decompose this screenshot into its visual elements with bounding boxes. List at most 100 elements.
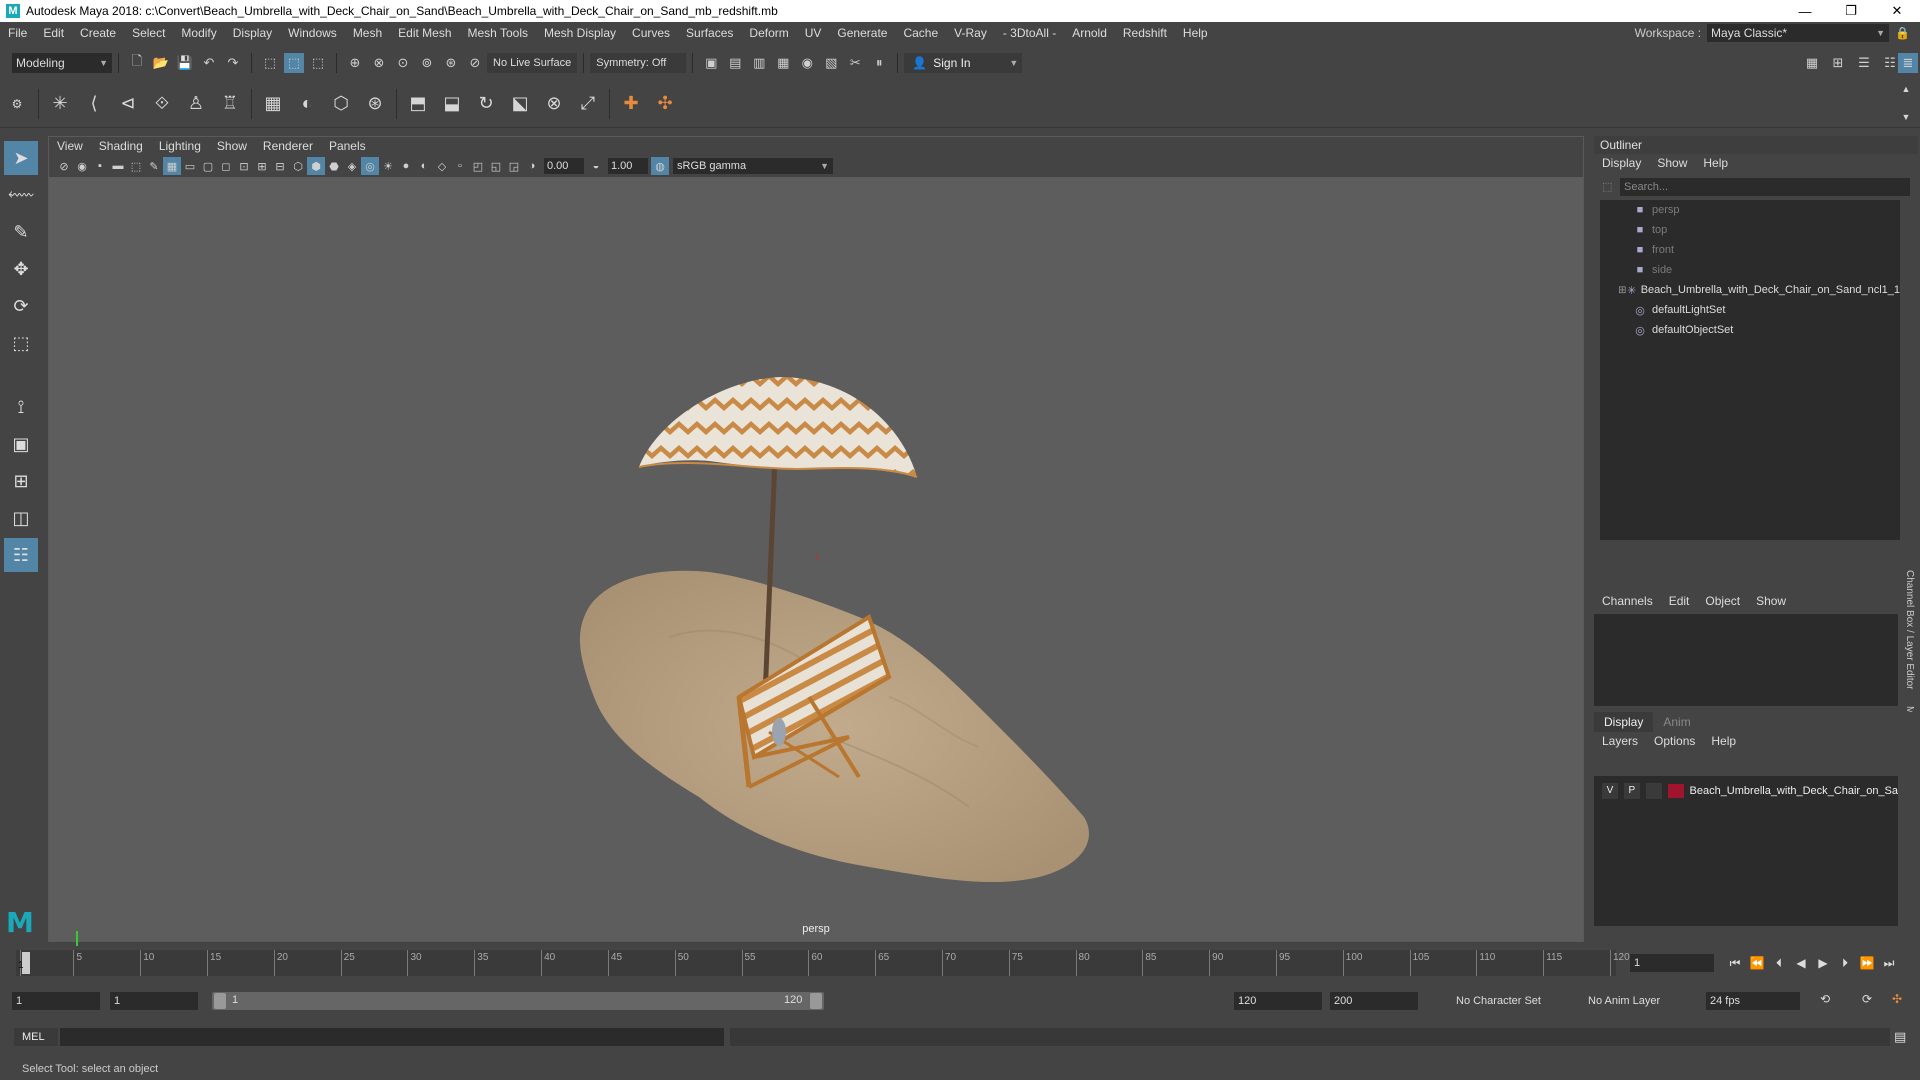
toggle-attribute-editor-icon[interactable]: ⊞ (1828, 53, 1848, 73)
select-tool-icon[interactable]: ➤ (4, 141, 38, 175)
viewport-menu-shading[interactable]: Shading (91, 139, 151, 153)
depth-of-field-icon[interactable]: ▫ (451, 157, 469, 175)
step-back-key-icon[interactable]: ⏪ (1748, 954, 1766, 972)
outliner-item[interactable]: ■ front (1600, 240, 1900, 260)
joint-tool-icon[interactable]: ✳ (45, 89, 75, 119)
view-transform-dropdown[interactable]: sRGB gamma (673, 158, 833, 174)
render-current-icon[interactable]: ▣ (701, 53, 721, 73)
layer-menu-options[interactable]: Options (1646, 734, 1703, 748)
pole-vector-icon[interactable]: ⤢ (573, 89, 603, 119)
channel-box-menu-edit[interactable]: Edit (1661, 594, 1698, 608)
bookmarks-icon[interactable]: ▪ (91, 157, 109, 175)
workspace-dropdown[interactable]: Maya Classic* (1707, 24, 1890, 42)
current-frame-field[interactable]: 1 (1630, 954, 1714, 972)
snap-point-icon[interactable]: ⊙ (393, 53, 413, 73)
paint-select-icon[interactable]: ✎ (4, 215, 38, 249)
step-back-frame-icon[interactable]: ⏴ (1770, 954, 1788, 972)
channel-box-menu-channels[interactable]: Channels (1594, 594, 1661, 608)
grease-pencil-icon[interactable]: ✎ (145, 157, 163, 175)
render-view-icon[interactable]: ▧ (821, 53, 841, 73)
menu-help[interactable]: Help (1175, 22, 1216, 44)
hypershade-icon[interactable]: ◉ (797, 53, 817, 73)
shelf-scroll-down-icon[interactable]: ▼ (1898, 110, 1914, 124)
side-tab-channel-box-layer-editor[interactable]: Channel Box / Layer Editor (1904, 570, 1915, 690)
menu-3dtoall[interactable]: - 3DtoAll - (995, 22, 1064, 44)
motion-blur-icon[interactable]: ◐ (415, 157, 433, 175)
outliner-item[interactable]: ◎ defaultLightSet (1600, 300, 1900, 320)
menu-generate[interactable]: Generate (829, 22, 895, 44)
menu-display[interactable]: Display (225, 22, 280, 44)
toggle-channel-box-icon[interactable]: ☷ (1880, 53, 1900, 73)
step-forward-key-icon[interactable]: ⏩ (1858, 954, 1876, 972)
wrap-icon[interactable]: ⬡ (326, 89, 356, 119)
lattice-icon[interactable]: ▦ (258, 89, 288, 119)
outliner-item[interactable]: ■ persp (1600, 200, 1900, 220)
image-plane-icon[interactable]: ▬ (109, 157, 127, 175)
play-backward-icon[interactable]: ◀ (1792, 954, 1810, 972)
channel-box-menu-object[interactable]: Object (1697, 594, 1748, 608)
safe-action-icon[interactable]: ⊞ (253, 157, 271, 175)
new-scene-icon[interactable]: 🗋 (127, 53, 147, 73)
select-hierarchy-icon[interactable]: ⬚ (260, 53, 280, 73)
render-sequence-icon[interactable]: ▤ (725, 53, 745, 73)
lock-icon[interactable]: 🔒 (1895, 26, 1910, 40)
layer-tab-anim[interactable]: Anim (1653, 715, 1700, 729)
menu-file[interactable]: File (0, 22, 35, 44)
two-view-icon[interactable]: ◫ (4, 501, 38, 535)
gamma-field[interactable]: 1.00 (608, 158, 648, 174)
menu-deform[interactable]: Deform (741, 22, 796, 44)
symmetry-dropdown[interactable]: Symmetry: Off (590, 53, 687, 73)
range-bar[interactable]: 1 120 (212, 992, 824, 1010)
select-object-icon[interactable]: ⬚ (284, 53, 304, 73)
camera-attributes-icon[interactable]: ◉ (73, 157, 91, 175)
menu-mesh-display[interactable]: Mesh Display (536, 22, 624, 44)
expand-icon[interactable]: ⊞ (1618, 285, 1627, 296)
loop-icon[interactable]: ⟲ (1820, 992, 1830, 1006)
shelf-menu-icon[interactable]: ⚙ (2, 89, 32, 119)
parent-constraint-icon[interactable]: ⊗ (539, 89, 569, 119)
ik-spline-icon[interactable]: ⊲ (113, 89, 143, 119)
layer-playback-toggle[interactable]: P (1623, 783, 1640, 799)
character-set-dropdown[interactable]: No Character Set (1452, 992, 1572, 1010)
rotate-tool-icon[interactable]: ⟳ (4, 289, 38, 323)
fps-dropdown[interactable]: 24 fps (1706, 992, 1800, 1010)
layer-color-swatch[interactable] (1667, 784, 1684, 798)
close-button[interactable]: ✕ (1874, 0, 1920, 22)
select-component-icon[interactable]: ⬚ (308, 53, 328, 73)
outliner-menu-show[interactable]: Show (1649, 156, 1695, 170)
safe-title-icon[interactable]: ⊟ (271, 157, 289, 175)
layer-menu-help[interactable]: Help (1703, 734, 1744, 748)
filter-icon[interactable]: ⬚ (1602, 180, 1612, 193)
viewport-menu-renderer[interactable]: Renderer (255, 139, 321, 153)
select-camera-icon[interactable]: ⊘ (55, 157, 73, 175)
resolution-gate-icon[interactable]: ▢ (199, 157, 217, 175)
layer-visibility-toggle[interactable]: V (1602, 783, 1618, 799)
outliner-menu-help[interactable]: Help (1695, 156, 1736, 170)
time-slider-track[interactable]: 5 10 15 20 25 30 35 40 45 50 55 60 65 70 75 80 85 90 95 100… (16, 950, 1630, 976)
menu-v-ray[interactable]: V-Ray (946, 22, 995, 44)
playback-end-field[interactable]: 120 (1234, 992, 1322, 1010)
play-forward-icon[interactable]: ▶ (1814, 954, 1832, 972)
maximize-button[interactable]: ❐ (1828, 0, 1874, 22)
grid-icon[interactable]: ▦ (163, 157, 181, 175)
layer-menu-layers[interactable]: Layers (1594, 734, 1646, 748)
minimize-button[interactable]: — (1782, 0, 1828, 22)
menu-create[interactable]: Create (72, 22, 124, 44)
point-constraint-icon[interactable]: ⬒ (403, 89, 433, 119)
toggle-tool-settings-icon[interactable]: ☰ (1854, 53, 1874, 73)
ambient-occlusion-icon[interactable]: ● (397, 157, 415, 175)
menu-modify[interactable]: Modify (173, 22, 224, 44)
range-end-handle[interactable] (810, 993, 822, 1009)
outliner-item[interactable]: ⊞ ✳ Beach_Umbrella_with_Deck_Chair_on_Sand… (1600, 280, 1900, 300)
menu-uv[interactable]: UV (797, 22, 830, 44)
menu-mesh-tools[interactable]: Mesh Tools (460, 22, 536, 44)
undo-icon[interactable]: ↶ (199, 53, 219, 73)
nonlinear-icon[interactable]: ⊛ (360, 89, 390, 119)
four-view-icon[interactable]: ⊞ (4, 464, 38, 498)
channel-box-area[interactable] (1594, 614, 1898, 706)
open-scene-icon[interactable]: 📂 (151, 53, 171, 73)
use-all-lights-icon[interactable]: ◎ (361, 157, 379, 175)
lasso-tool-icon[interactable]: ⬳ (4, 178, 38, 212)
viewport-menu-lighting[interactable]: Lighting (151, 139, 209, 153)
toggle-layer-editor-icon[interactable]: ≣ (1898, 53, 1918, 73)
